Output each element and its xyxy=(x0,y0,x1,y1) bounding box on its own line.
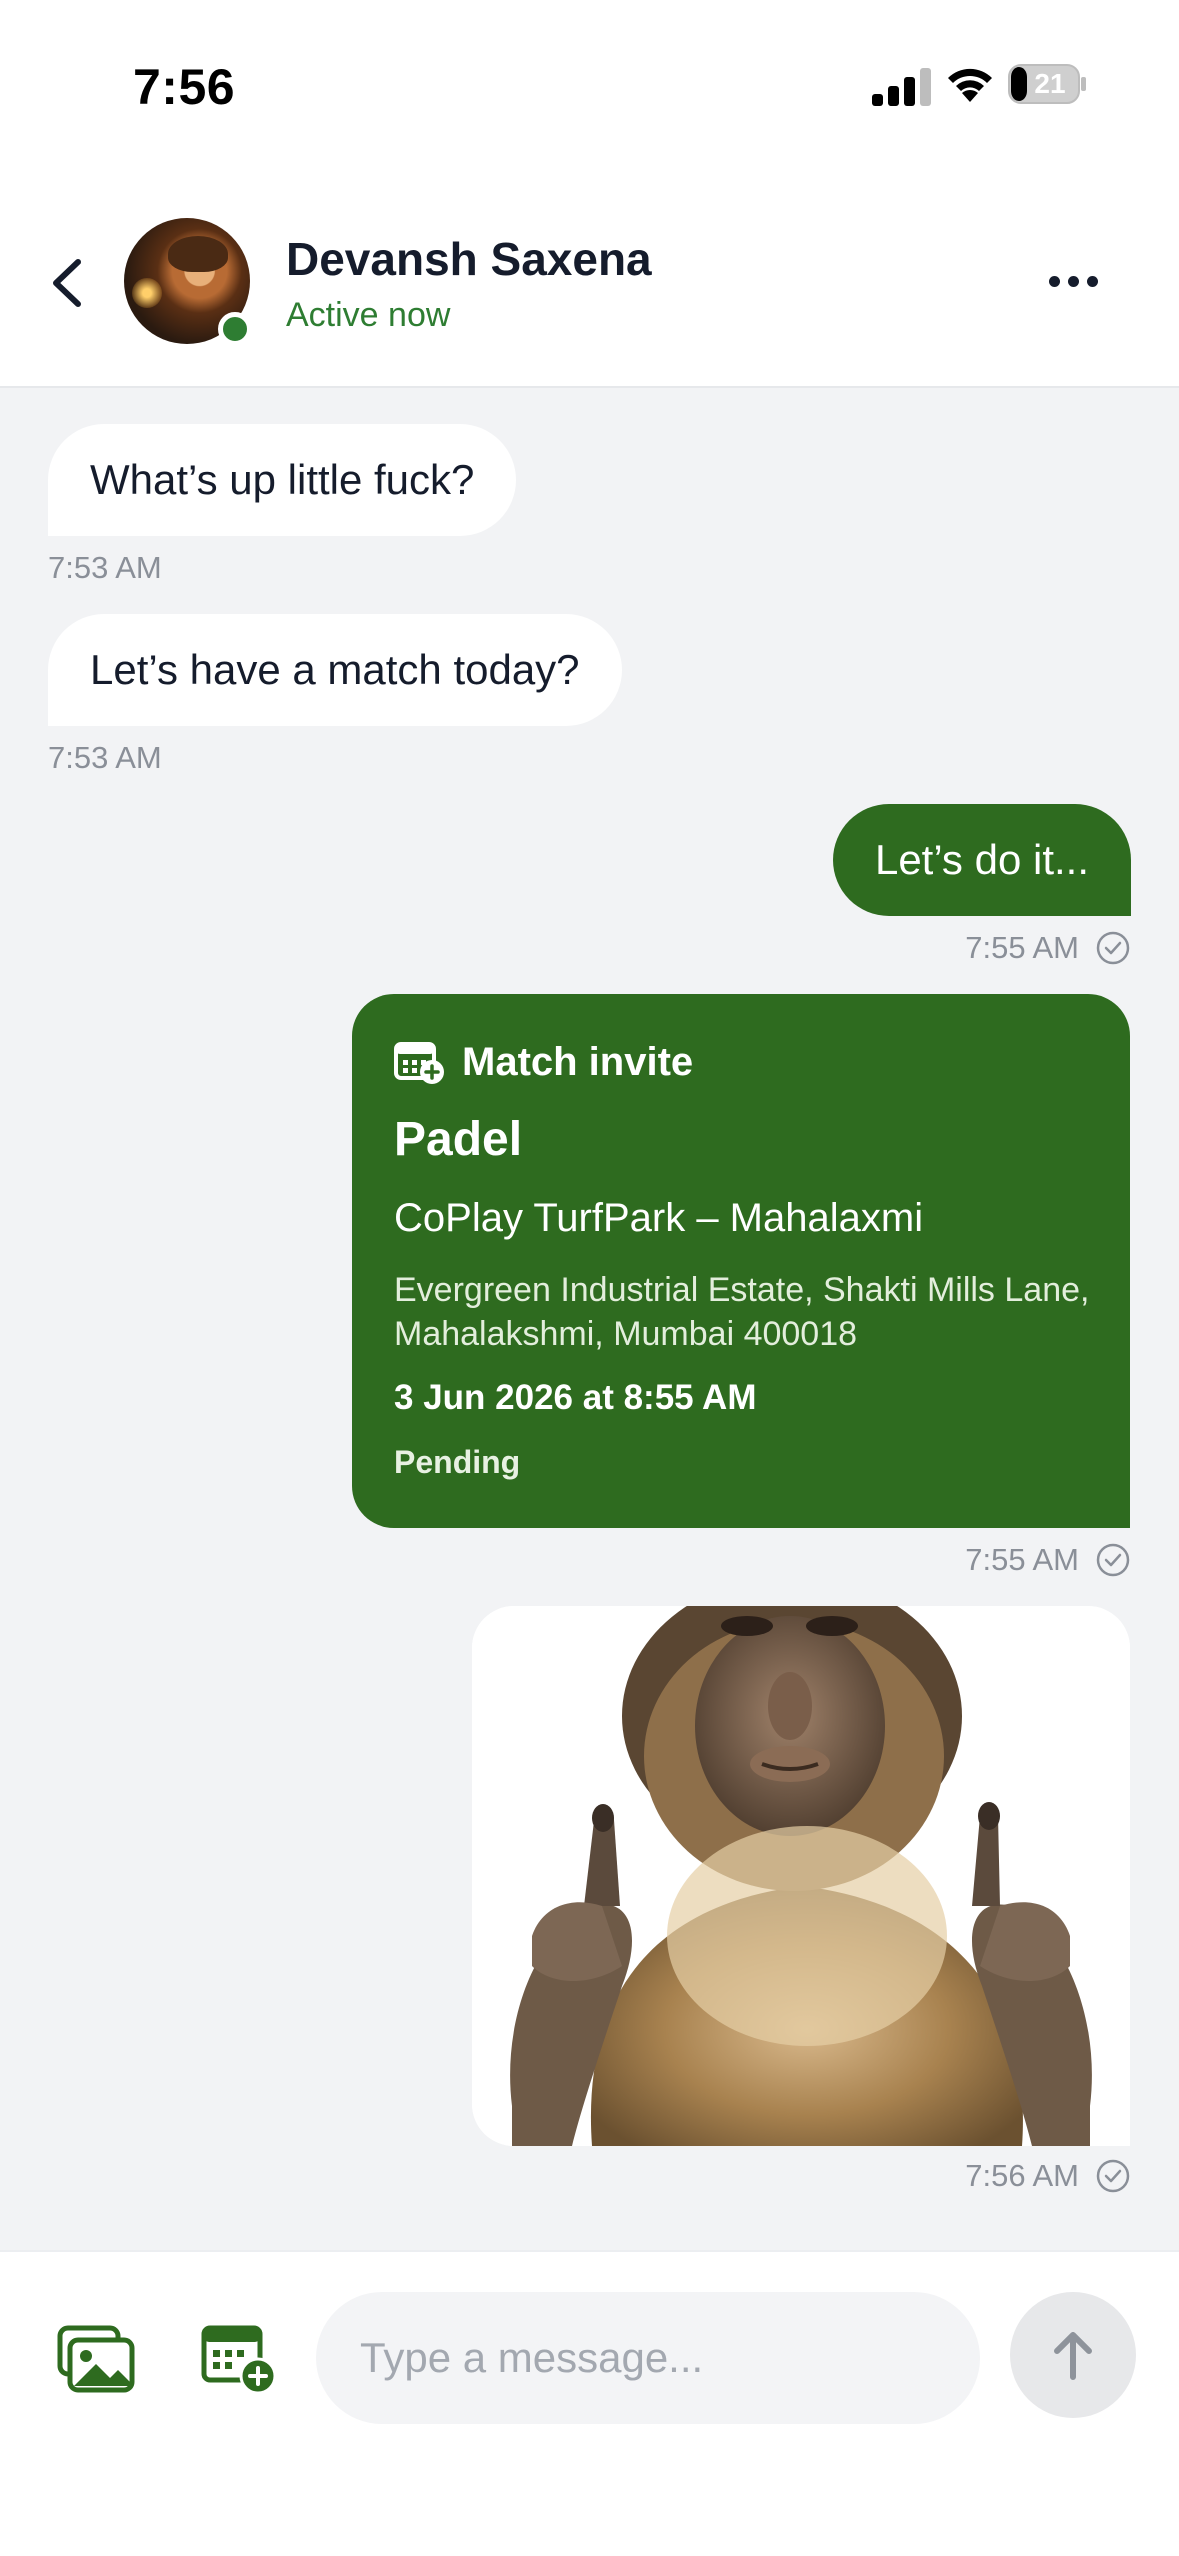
status-time: 7:56 xyxy=(133,59,236,115)
invite-status-badge: Pending xyxy=(394,1444,521,1480)
send-button[interactable] xyxy=(1010,2292,1136,2418)
message-input[interactable] xyxy=(316,2292,980,2424)
message-bubble-incoming[interactable]: What’s up little fuck? xyxy=(48,424,517,536)
image-message[interactable] xyxy=(472,1606,1130,2146)
invite-datetime: 3 Jun 2026 at 8:55 AM xyxy=(394,1378,757,1417)
gallery-icon xyxy=(57,2325,135,2393)
monkey-sticker-image xyxy=(472,1606,1130,2146)
message-time: 7:55 AM xyxy=(965,1542,1079,1577)
calendar-plus-icon xyxy=(201,2325,277,2395)
signal-icon xyxy=(872,68,931,106)
more-options-icon xyxy=(1049,276,1060,287)
more-options-button[interactable] xyxy=(1044,266,1104,296)
avatar-hair xyxy=(168,236,228,272)
invite-address: Evergreen Industrial Estate, Shakti Mill… xyxy=(394,1271,1090,1353)
message-bubble-outgoing[interactable]: Let’s do it... xyxy=(832,804,1131,916)
wifi-icon xyxy=(948,68,992,102)
message-time: 7:55 AM xyxy=(965,930,1079,965)
back-arrow-icon xyxy=(53,259,81,307)
message-bubble-incoming[interactable]: Let’s have a match today? xyxy=(48,614,622,726)
gallery-button[interactable] xyxy=(56,2324,136,2394)
battery-level: 21 xyxy=(1034,68,1066,99)
check-circle-icon xyxy=(1096,1543,1130,1577)
battery-icon: 21 xyxy=(1008,64,1088,104)
message-meta: 7:56 AM xyxy=(965,2158,1131,2194)
message-time: 7:56 AM xyxy=(965,2158,1079,2193)
more-options-icon-dot xyxy=(1087,276,1098,287)
match-invite-card[interactable]: Match invite Padel CoPlay TurfPark – Mah… xyxy=(352,994,1130,1528)
message-meta: 7:55 AM xyxy=(965,1542,1131,1578)
invite-tag-label: Match invite xyxy=(462,1039,694,1084)
contact-name[interactable]: Devansh Saxena xyxy=(286,232,652,286)
back-button[interactable] xyxy=(40,248,96,318)
chat-header: Devansh Saxena Active now xyxy=(0,170,1179,388)
invite-sport: Padel xyxy=(394,1113,523,1166)
status-bar: 7:56 21 xyxy=(0,0,1179,170)
avatar-light xyxy=(132,278,162,308)
message-time: 7:53 AM xyxy=(48,550,162,585)
check-circle-icon xyxy=(1096,931,1130,965)
invite-venue: CoPlay TurfPark – Mahalaxmi xyxy=(394,1196,924,1240)
calendar-plus-icon xyxy=(394,1042,444,1084)
message-text: Let’s have a match today? xyxy=(90,646,580,693)
send-arrow-icon xyxy=(1054,2332,1092,2380)
check-circle-icon xyxy=(1096,2159,1130,2193)
message-composer xyxy=(0,2250,1179,2556)
message-text: Let’s do it... xyxy=(874,836,1089,883)
online-indicator xyxy=(218,312,252,346)
message-text: What’s up little fuck? xyxy=(90,456,475,503)
message-meta: 7:55 AM xyxy=(965,930,1131,966)
schedule-match-button[interactable] xyxy=(200,2320,280,2400)
contact-status: Active now xyxy=(286,296,451,334)
message-time: 7:53 AM xyxy=(48,740,162,775)
more-options-icon-dot xyxy=(1068,276,1079,287)
invite-tag: Match invite xyxy=(394,1038,693,1086)
